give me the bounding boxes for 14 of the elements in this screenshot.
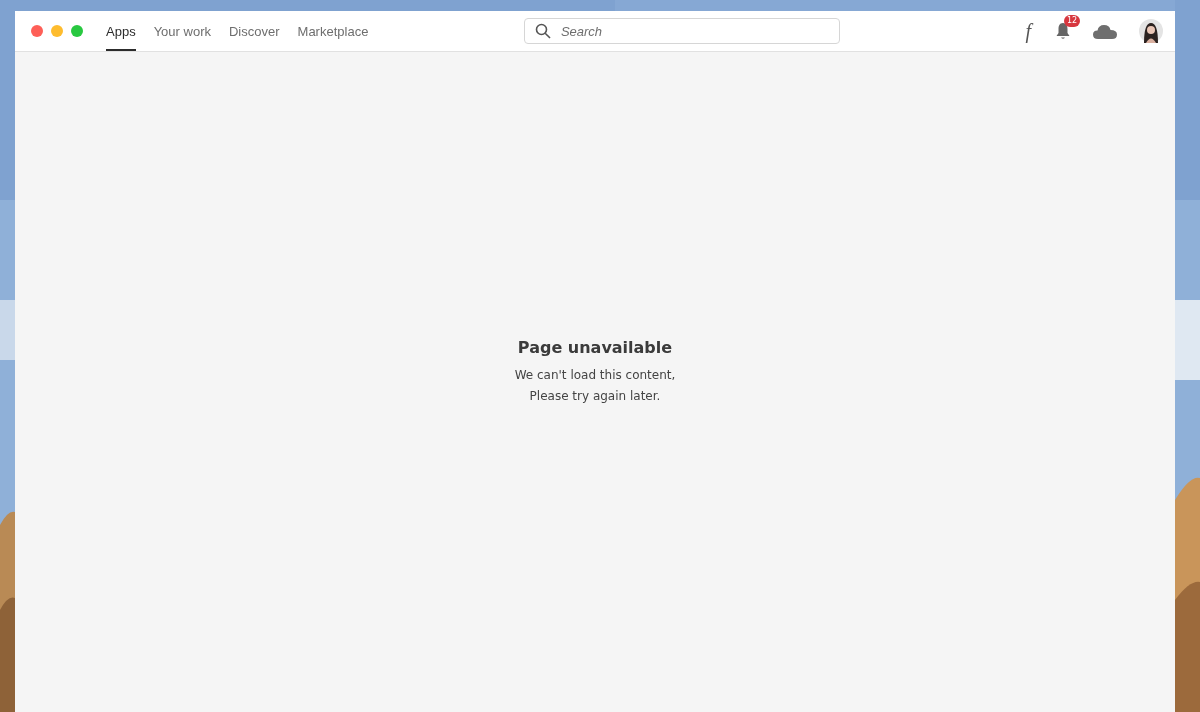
error-title: Page unavailable: [517, 337, 673, 357]
search-icon: [534, 23, 551, 39]
fonts-button[interactable]: f: [1023, 19, 1033, 43]
nav-tab[interactable]: Marketplace: [297, 13, 369, 51]
bell-icon[interactable]: [1055, 22, 1071, 40]
notification-badge: 12: [1064, 15, 1081, 27]
nav-tab[interactable]: Apps: [106, 13, 136, 51]
search-field[interactable]: Search: [523, 18, 840, 44]
error-message: We can't load this content, Please try again later.: [514, 366, 676, 405]
nav-tab[interactable]: Discover: [228, 13, 280, 51]
nav-tab[interactable]: Your work: [153, 13, 211, 51]
cloud-icon[interactable]: [1093, 23, 1117, 39]
avatar[interactable]: [1139, 19, 1163, 43]
close-button[interactable]: [31, 25, 43, 37]
